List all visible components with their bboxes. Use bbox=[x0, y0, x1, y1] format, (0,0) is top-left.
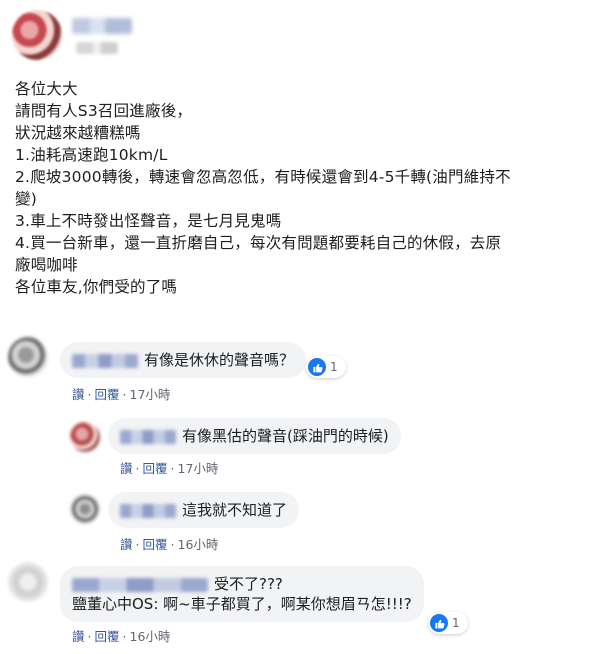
comment-time[interactable]: 17小時 bbox=[130, 387, 171, 402]
comment-time[interactable]: 16小時 bbox=[178, 537, 219, 552]
post-line: 4.買一台新車，還一直折磨自己，每次有問題都要耗自己的休假，去原 bbox=[15, 234, 502, 252]
thumbs-up-icon bbox=[308, 358, 326, 376]
poster-avatar[interactable] bbox=[12, 10, 62, 60]
thumbs-up-icon bbox=[430, 614, 448, 632]
commenter-name-blurred[interactable] bbox=[72, 353, 138, 368]
comment-actions: 讚 · 回覆 · 16小時 bbox=[72, 629, 171, 644]
post-line: 3.車上不時發出怪聲音，是七月見鬼嗎 bbox=[15, 212, 282, 230]
comment-time[interactable]: 16小時 bbox=[130, 629, 171, 644]
comment-bubble: 有像是休休的聲音嗎？ bbox=[60, 342, 307, 378]
commenter-avatar[interactable] bbox=[8, 562, 48, 602]
like-link[interactable]: 讚 bbox=[120, 461, 133, 476]
reaction-number: 1 bbox=[330, 360, 338, 374]
reply-link[interactable]: 回覆 bbox=[95, 629, 120, 644]
post-line: 2.爬坡3000轉後，轉速會忽高忽低，有時候還會到4-5千轉(油門維持不 bbox=[15, 168, 511, 186]
reply-link[interactable]: 回覆 bbox=[143, 537, 168, 552]
commenter-avatar[interactable] bbox=[70, 494, 100, 524]
post-line: 變) bbox=[15, 190, 37, 208]
commenter-name-blurred[interactable] bbox=[72, 577, 208, 592]
post-body: 各位大大 請問有人S3召回進廠後， 狀況越來越糟糕嗎 1.油耗高速跑10km/L… bbox=[15, 78, 605, 298]
comment-actions: 讚 · 回覆 · 17小時 bbox=[120, 461, 219, 476]
like-link[interactable]: 讚 bbox=[120, 537, 133, 552]
post-timestamp-blurred[interactable] bbox=[76, 42, 118, 54]
reaction-number: 1 bbox=[452, 616, 460, 630]
post-line: 請問有人S3召回進廠後， bbox=[15, 102, 193, 120]
comment-text: 受不了??? bbox=[214, 575, 283, 593]
reaction-count[interactable]: 1 bbox=[306, 356, 346, 378]
commenter-name-blurred[interactable] bbox=[120, 503, 176, 518]
reply-link[interactable]: 回覆 bbox=[143, 461, 168, 476]
post-line: 各位車友,你們受的了嗎 bbox=[15, 278, 178, 296]
post-line: 1.油耗高速跑10km/L bbox=[15, 146, 168, 164]
comment-actions: 讚 · 回覆 · 16小時 bbox=[120, 537, 219, 552]
comment-text: 這我就不知道了 bbox=[182, 501, 288, 519]
commenter-avatar[interactable] bbox=[70, 422, 100, 452]
reply-link[interactable]: 回覆 bbox=[95, 387, 120, 402]
post-line: 廠喝咖啡 bbox=[15, 256, 78, 274]
commenter-name-blurred[interactable] bbox=[120, 429, 176, 444]
comment-bubble: 這我就不知道了 bbox=[108, 492, 300, 528]
comment-text: 有像黑估的聲音(踩油門的時候) bbox=[182, 427, 389, 445]
comment-text: 鹽董心中OS: 啊~車子都買了，啊某你想眉ㄢ怎!!!? bbox=[72, 595, 412, 613]
post-line: 各位大大 bbox=[15, 80, 78, 98]
comment-bubble: 受不了??? 鹽董心中OS: 啊~車子都買了，啊某你想眉ㄢ怎!!!? bbox=[60, 566, 424, 622]
like-link[interactable]: 讚 bbox=[72, 629, 85, 644]
post-line: 狀況越來越糟糕嗎 bbox=[15, 124, 141, 142]
poster-name-blurred[interactable] bbox=[72, 18, 132, 34]
comment-text: 有像是休休的聲音嗎？ bbox=[144, 351, 295, 369]
commenter-avatar[interactable] bbox=[8, 337, 48, 377]
reaction-count[interactable]: 1 bbox=[428, 612, 468, 634]
post-header bbox=[12, 10, 612, 70]
comment-bubble: 有像黑估的聲音(踩油門的時候) bbox=[108, 418, 401, 454]
comment-time[interactable]: 17小時 bbox=[178, 461, 219, 476]
like-link[interactable]: 讚 bbox=[72, 387, 85, 402]
comment-actions: 讚 · 回覆 · 17小時 bbox=[72, 387, 171, 402]
